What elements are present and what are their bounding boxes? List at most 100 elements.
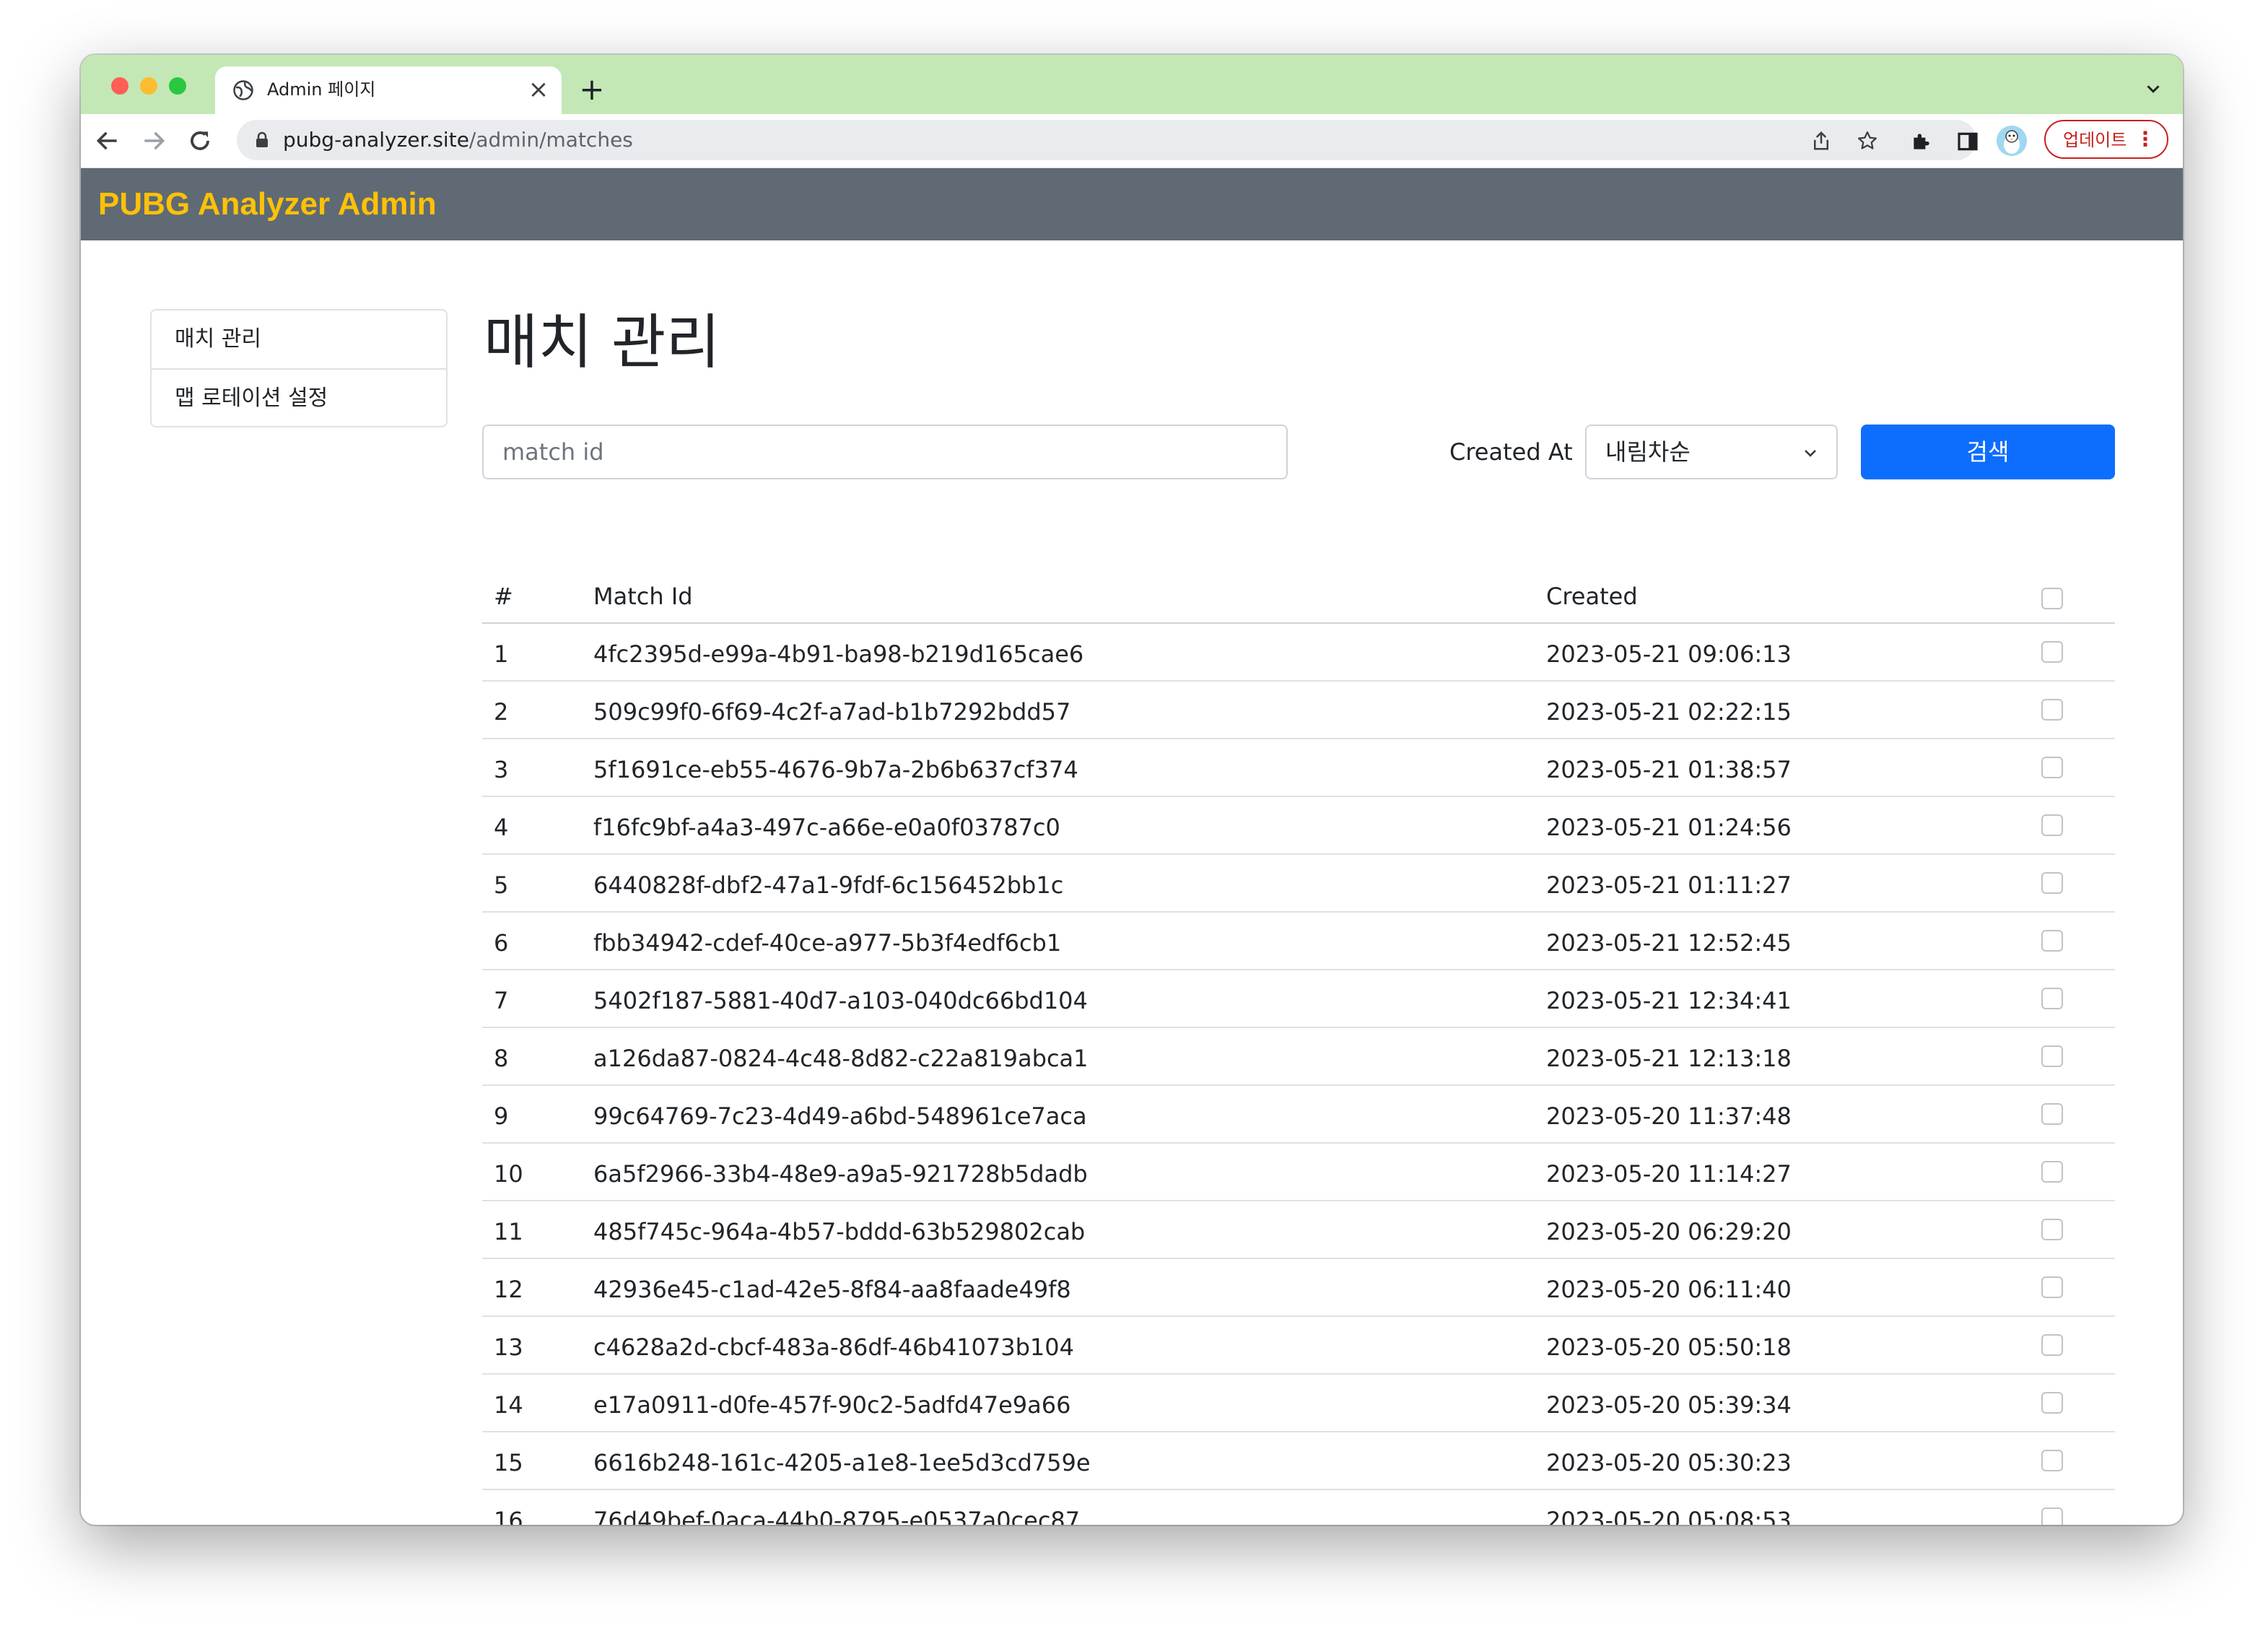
tab-strip: Admin 페이지 × +	[81, 55, 2183, 114]
row-match-id: 485f745c-964a-4b57-bddd-63b529802cab	[593, 1218, 1086, 1245]
update-label: 업데이트	[2063, 130, 2127, 150]
url-host: pubg-analyzer.site	[283, 128, 469, 152]
row-checkbox[interactable]	[2041, 1276, 2063, 1298]
sort-order-select[interactable]: 내림차순	[1585, 425, 1838, 479]
url-text: pubg-analyzer.site/admin/matches	[283, 129, 633, 152]
row-match-id: a126da87-0824-4c48-8d82-c22a819abca1	[593, 1045, 1089, 1072]
side-panel-icon[interactable]	[1956, 130, 1979, 153]
row-match-id: 6616b248-161c-4205-a1e8-1ee5d3cd759e	[593, 1449, 1091, 1476]
globe-icon	[233, 80, 253, 100]
row-num: 6	[494, 929, 509, 957]
browser-tab[interactable]: Admin 페이지 ×	[215, 66, 562, 114]
row-checkbox[interactable]	[2041, 699, 2063, 721]
row-num: 14	[494, 1391, 523, 1419]
row-num: 1	[494, 640, 509, 668]
row-checkbox[interactable]	[2041, 1219, 2063, 1240]
sidebar-item-map-rotation[interactable]: 맵 로테이션 설정	[152, 370, 446, 427]
row-checkbox[interactable]	[2041, 641, 2063, 663]
row-match-id: 509c99f0-6f69-4c2f-a7ad-b1b7292bdd57	[593, 698, 1071, 726]
sidebar: 매치 관리 맵 로테이션 설정	[150, 309, 448, 427]
row-num: 15	[494, 1449, 523, 1476]
more-menu-icon: ⋮	[2135, 127, 2155, 151]
lock-icon[interactable]	[254, 131, 270, 149]
reload-icon[interactable]	[186, 127, 214, 155]
row-num: 8	[494, 1045, 509, 1072]
row-num: 13	[494, 1333, 523, 1361]
row-num: 9	[494, 1102, 509, 1130]
row-created: 2023-05-21 12:52:45	[1546, 929, 1792, 957]
row-match-id: 5402f187-5881-40d7-a103-040dc66bd104	[593, 987, 1088, 1014]
row-match-id: e17a0911-d0fe-457f-90c2-5adfd47e9a66	[593, 1391, 1071, 1419]
row-match-id: 6440828f-dbf2-47a1-9fdf-6c156452bb1c	[593, 871, 1064, 899]
row-created: 2023-05-21 12:34:41	[1546, 987, 1792, 1014]
close-tab-icon[interactable]: ×	[525, 77, 551, 103]
forward-arrow-icon[interactable]	[140, 127, 167, 155]
row-checkbox[interactable]	[2041, 1507, 2063, 1525]
table-row: 3 5f1691ce-eb55-4676-9b7a-2b6b637cf374 202…	[482, 739, 2115, 797]
sidebar-item-label: 맵 로테이션 설정	[175, 386, 328, 411]
table-row: 15 6616b248-161c-4205-a1e8-1ee5d3cd759e 20…	[482, 1432, 2115, 1490]
chevron-down-icon[interactable]	[2142, 78, 2164, 100]
row-match-id: 4fc2395d-e99a-4b91-ba98-b219d165cae6	[593, 640, 1084, 668]
table-row: 1 4fc2395d-e99a-4b91-ba98-b219d165cae6 202…	[482, 624, 2115, 682]
bookmark-star-icon[interactable]	[1857, 130, 1878, 152]
update-button[interactable]: 업데이트 ⋮	[2044, 120, 2168, 159]
row-created: 2023-05-21 09:06:13	[1546, 640, 1792, 668]
browser-window: Admin 페이지 × + pubg-analyzer.site/admin/m…	[81, 55, 2183, 1525]
row-num: 3	[494, 756, 509, 783]
table-row: 14 e17a0911-d0fe-457f-90c2-5adfd47e9a66 20…	[482, 1375, 2115, 1432]
new-tab-button[interactable]: +	[577, 74, 606, 105]
row-checkbox[interactable]	[2041, 930, 2063, 952]
row-created: 2023-05-20 11:14:27	[1546, 1160, 1792, 1188]
sidebar-item-match-management[interactable]: 매치 관리	[152, 310, 446, 370]
row-created: 2023-05-21 02:22:15	[1546, 698, 1792, 726]
row-checkbox[interactable]	[2041, 872, 2063, 894]
match-id-search-input[interactable]	[482, 425, 1288, 479]
search-button[interactable]: 검색	[1861, 425, 2115, 479]
row-created: 2023-05-20 05:08:53	[1546, 1507, 1792, 1525]
row-checkbox[interactable]	[2041, 1103, 2063, 1125]
select-all-checkbox[interactable]	[2041, 588, 2063, 609]
close-window-button[interactable]	[111, 77, 128, 95]
table-row: 6 fbb34942-cdef-40ce-a977-5b3f4edf6cb1 202…	[482, 913, 2115, 970]
row-match-id: 6a5f2966-33b4-48e9-a9a5-921728b5dadb	[593, 1160, 1088, 1188]
row-checkbox[interactable]	[2041, 1045, 2063, 1067]
table-row: 16 76d49bef-0aca-44b0-8795-e0537a0cec87 20…	[482, 1490, 2115, 1525]
table-row: 5 6440828f-dbf2-47a1-9fdf-6c156452bb1c 202…	[482, 855, 2115, 913]
row-checkbox[interactable]	[2041, 814, 2063, 836]
row-created: 2023-05-21 01:11:27	[1546, 871, 1792, 899]
row-num: 2	[494, 698, 509, 726]
row-checkbox[interactable]	[2041, 1334, 2063, 1356]
address-bar[interactable]: pubg-analyzer.site/admin/matches	[237, 120, 1976, 160]
matches-table: # Match Id Created 1 4fc2395d-e99a-4b91-b…	[482, 566, 2115, 1525]
page-title: 매치 관리	[484, 308, 720, 377]
row-num: 12	[494, 1276, 523, 1303]
zoom-window-button[interactable]	[169, 77, 186, 95]
extensions-puzzle-icon[interactable]	[1910, 130, 1933, 153]
table-row: 7 5402f187-5881-40d7-a103-040dc66bd104 202…	[482, 970, 2115, 1028]
row-checkbox[interactable]	[2041, 1450, 2063, 1471]
header-match-id: Match Id	[593, 583, 693, 610]
row-num: 5	[494, 871, 509, 899]
url-path: /admin/matches	[468, 128, 633, 152]
row-checkbox[interactable]	[2041, 757, 2063, 778]
row-num: 10	[494, 1160, 523, 1188]
table-row: 4 f16fc9bf-a4a3-497c-a66e-e0a0f03787c0 202…	[482, 797, 2115, 855]
table-body: 1 4fc2395d-e99a-4b91-ba98-b219d165cae6 202…	[482, 624, 2115, 1525]
row-checkbox[interactable]	[2041, 1161, 2063, 1183]
sidebar-item-label: 매치 관리	[175, 326, 261, 352]
brand-logo-text[interactable]: PUBG Analyzer Admin	[98, 183, 437, 226]
row-match-id: 99c64769-7c23-4d49-a6bd-548961ce7aca	[593, 1102, 1087, 1130]
row-checkbox[interactable]	[2041, 988, 2063, 1009]
row-num: 7	[494, 987, 509, 1014]
table-row: 8 a126da87-0824-4c48-8d82-c22a819abca1 202…	[482, 1028, 2115, 1086]
profile-avatar[interactable]	[1997, 126, 2027, 156]
row-checkbox[interactable]	[2041, 1392, 2063, 1414]
row-created: 2023-05-20 06:29:20	[1546, 1218, 1792, 1245]
header-created: Created	[1546, 583, 1638, 610]
back-arrow-icon[interactable]	[94, 127, 121, 155]
row-match-id: f16fc9bf-a4a3-497c-a66e-e0a0f03787c0	[593, 814, 1060, 841]
minimize-window-button[interactable]	[140, 77, 157, 95]
share-icon[interactable]	[1810, 130, 1832, 152]
row-match-id: 5f1691ce-eb55-4676-9b7a-2b6b637cf374	[593, 756, 1078, 783]
